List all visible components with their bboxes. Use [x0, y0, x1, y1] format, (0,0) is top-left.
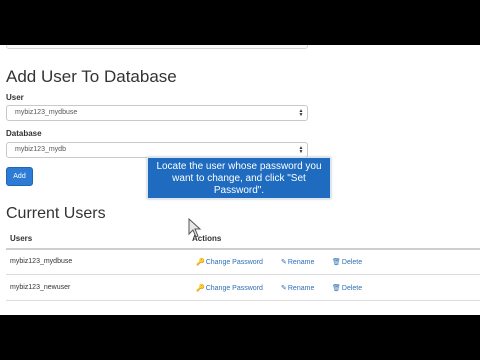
database-select[interactable]: mybiz123_mydb ▲ ▼ — [6, 142, 308, 158]
row-divider — [6, 300, 480, 301]
delete-link[interactable]: 🗑Delete — [332, 258, 362, 266]
table-row-user: mybiz123_newuser — [10, 284, 71, 291]
rename-link[interactable]: ✎Rename — [281, 258, 314, 266]
current-users-heading: Current Users — [6, 205, 106, 222]
key-icon: 🔑 — [196, 259, 205, 266]
table-row-user: mybiz123_mydbuse — [10, 258, 73, 265]
instruction-tooltip: Locate the user whose password you want … — [147, 157, 331, 199]
app-frame: Add User To Database User mybiz123_mydbu… — [0, 45, 480, 315]
user-label: User — [6, 93, 24, 102]
database-select-value: mybiz123_mydb — [15, 146, 66, 153]
select-caret-icon: ▲ ▼ — [298, 145, 304, 155]
user-select-value: mybiz123_mydbuse — [15, 109, 78, 116]
row-divider — [6, 274, 480, 275]
change-password-link[interactable]: 🔑Change Password — [196, 258, 263, 266]
mouse-cursor-icon — [188, 218, 202, 238]
trash-icon: 🗑 — [332, 285, 341, 292]
column-header-users: Users — [10, 234, 33, 243]
pencil-icon: ✎ — [281, 285, 287, 292]
change-password-link[interactable]: 🔑Change Password — [196, 284, 263, 292]
rename-link[interactable]: ✎Rename — [281, 284, 314, 292]
select-caret-icon: ▲ ▼ — [298, 108, 304, 118]
delete-link[interactable]: 🗑Delete — [332, 284, 362, 292]
previous-field-edge — [6, 45, 308, 49]
key-icon: 🔑 — [196, 285, 205, 292]
pencil-icon: ✎ — [281, 259, 287, 266]
database-label: Database — [6, 129, 42, 138]
trash-icon: 🗑 — [332, 259, 341, 266]
add-user-heading: Add User To Database — [6, 67, 177, 86]
add-button[interactable]: Add — [6, 167, 33, 186]
table-header-divider — [6, 248, 480, 250]
user-select[interactable]: mybiz123_mydbuse ▲ ▼ — [6, 105, 308, 121]
